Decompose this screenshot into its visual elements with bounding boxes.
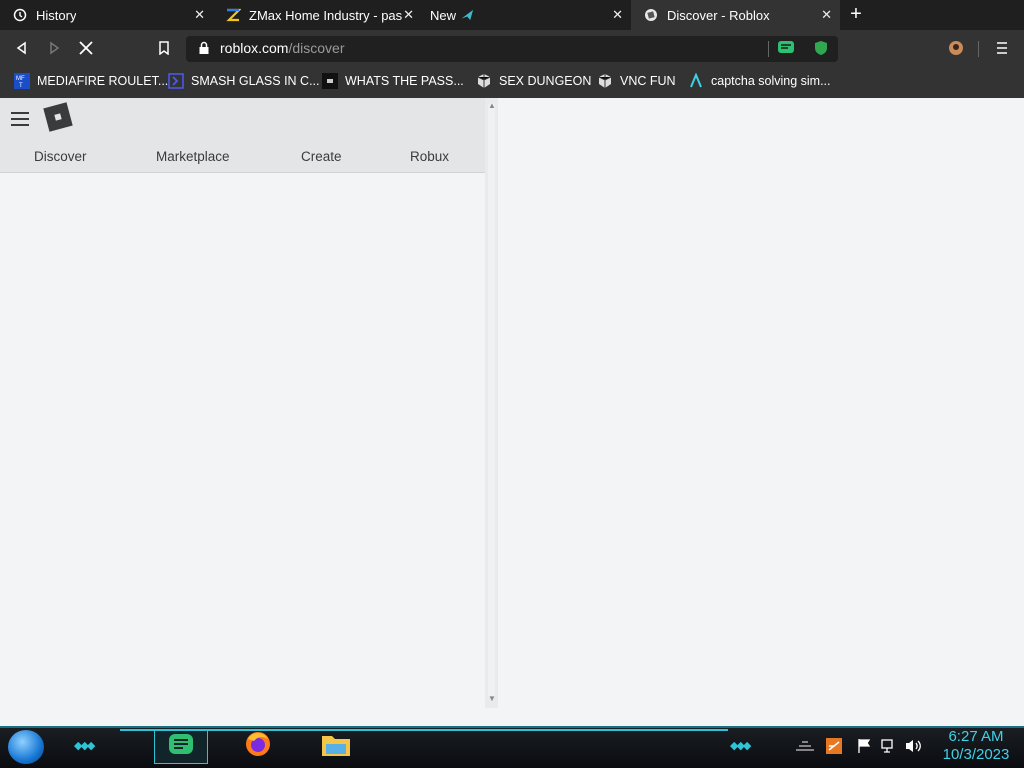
nav-marketplace[interactable]: Marketplace bbox=[156, 149, 230, 164]
taskbar-app-explorer[interactable] bbox=[318, 730, 354, 762]
close-tab-icon[interactable]: ✕ bbox=[403, 7, 414, 23]
scroll-up-icon[interactable]: ▲ bbox=[488, 101, 496, 110]
close-tab-icon[interactable]: ✕ bbox=[194, 7, 205, 23]
new-tab-button[interactable]: + bbox=[846, 4, 866, 25]
nav-robux[interactable]: Robux bbox=[410, 149, 449, 164]
close-tab-icon[interactable]: ✕ bbox=[821, 7, 832, 23]
bookmark-label: SEX DUNGEON bbox=[499, 74, 592, 88]
bookmark-label: VNC FUN bbox=[620, 74, 676, 88]
url-text: roblox.com/discover bbox=[220, 40, 345, 56]
svg-text:T: T bbox=[19, 83, 23, 89]
nav-discover[interactable]: Discover bbox=[34, 149, 87, 164]
folder-icon bbox=[320, 730, 352, 763]
scroll-down-icon[interactable]: ▼ bbox=[488, 694, 496, 703]
bookmark-cube-icon bbox=[597, 73, 613, 89]
taskbar-clock[interactable]: 6:27 AM 10/3/2023 bbox=[936, 728, 1016, 764]
tray-app-icon[interactable] bbox=[826, 738, 842, 757]
bookmark-item[interactable]: SEX DUNGEON bbox=[476, 73, 591, 89]
page-content bbox=[0, 98, 1024, 726]
tab-title: Discover - Roblox bbox=[667, 7, 770, 23]
hamburger-menu-icon[interactable] bbox=[11, 112, 29, 126]
bookmark-item[interactable]: SMASH GLASS IN C... bbox=[168, 73, 320, 89]
bookmark-item[interactable]: VNC FUN bbox=[597, 73, 676, 89]
bookmark-square-icon bbox=[322, 73, 338, 89]
close-tab-icon[interactable]: ✕ bbox=[612, 7, 623, 23]
bookmark-icon[interactable] bbox=[154, 38, 174, 58]
lock-icon[interactable] bbox=[194, 38, 214, 58]
nav-create[interactable]: Create bbox=[301, 149, 342, 164]
bookmark-cube-icon bbox=[476, 73, 492, 89]
tab-title: ZMax Home Industry - paspa bbox=[249, 7, 403, 23]
tab-new[interactable]: New ✕ bbox=[422, 0, 631, 30]
extension-shield-icon[interactable] bbox=[811, 38, 831, 58]
extension-chat-icon[interactable] bbox=[776, 38, 796, 58]
bookmark-label: captcha solving sim... bbox=[711, 74, 831, 88]
accent-line bbox=[120, 729, 728, 731]
menu-icon[interactable] bbox=[992, 38, 1012, 58]
clock-time: 6:27 AM bbox=[948, 728, 1004, 745]
bookmark-item[interactable]: captcha solving sim... bbox=[688, 73, 831, 89]
mediafire-icon: MF T bbox=[14, 73, 30, 89]
taskbar-app-firefox[interactable] bbox=[240, 730, 276, 762]
bookmark-label: SMASH GLASS IN C... bbox=[191, 74, 320, 88]
profile-avatar-icon[interactable] bbox=[946, 38, 966, 58]
new-tab-icon bbox=[460, 7, 476, 23]
bookmark-lambda-icon bbox=[688, 73, 704, 89]
bookmark-chevron-icon bbox=[168, 73, 184, 89]
stop-loading-icon[interactable] bbox=[76, 38, 96, 58]
chevron-decoration-icon: ◆◆◆ bbox=[730, 740, 751, 752]
network-icon[interactable] bbox=[880, 738, 898, 757]
history-icon bbox=[12, 7, 28, 23]
zmax-icon bbox=[225, 7, 241, 23]
firefox-icon bbox=[243, 729, 273, 764]
url-path: /discover bbox=[288, 40, 345, 56]
bookmark-item[interactable]: MF T MEDIAFIRE ROULET... bbox=[14, 73, 168, 89]
chat-app-icon bbox=[168, 733, 194, 762]
svg-text:MF: MF bbox=[16, 76, 25, 82]
scrollbar[interactable] bbox=[485, 98, 498, 708]
chevron-decoration-icon: ◆◆◆ bbox=[74, 740, 95, 752]
clock-date: 10/3/2023 bbox=[942, 746, 1010, 763]
show-hidden-icons-icon[interactable] bbox=[794, 738, 816, 755]
bookmark-item[interactable]: WHATS THE PASS... bbox=[322, 73, 464, 89]
tab-title: New bbox=[430, 7, 457, 23]
start-button[interactable] bbox=[8, 730, 44, 764]
back-icon[interactable] bbox=[12, 38, 32, 58]
forward-icon[interactable] bbox=[44, 38, 64, 58]
scrollbar-thumb[interactable] bbox=[488, 103, 495, 698]
tab-zmax[interactable]: ZMax Home Industry - paspa ✕ bbox=[213, 0, 422, 30]
url-host: roblox.com bbox=[220, 40, 289, 56]
volume-icon[interactable] bbox=[904, 738, 922, 757]
tab-history[interactable]: History ✕ bbox=[0, 0, 213, 30]
tab-roblox[interactable]: Discover - Roblox ✕ bbox=[631, 0, 840, 30]
bookmark-label: MEDIAFIRE ROULET... bbox=[37, 74, 169, 88]
bookmark-label: WHATS THE PASS... bbox=[345, 74, 464, 88]
flag-icon[interactable] bbox=[856, 738, 872, 757]
tab-title: History bbox=[36, 7, 77, 23]
roblox-favicon-icon bbox=[643, 7, 659, 23]
divider bbox=[768, 41, 769, 57]
divider bbox=[978, 41, 979, 57]
taskbar-app-chat[interactable] bbox=[154, 730, 208, 764]
